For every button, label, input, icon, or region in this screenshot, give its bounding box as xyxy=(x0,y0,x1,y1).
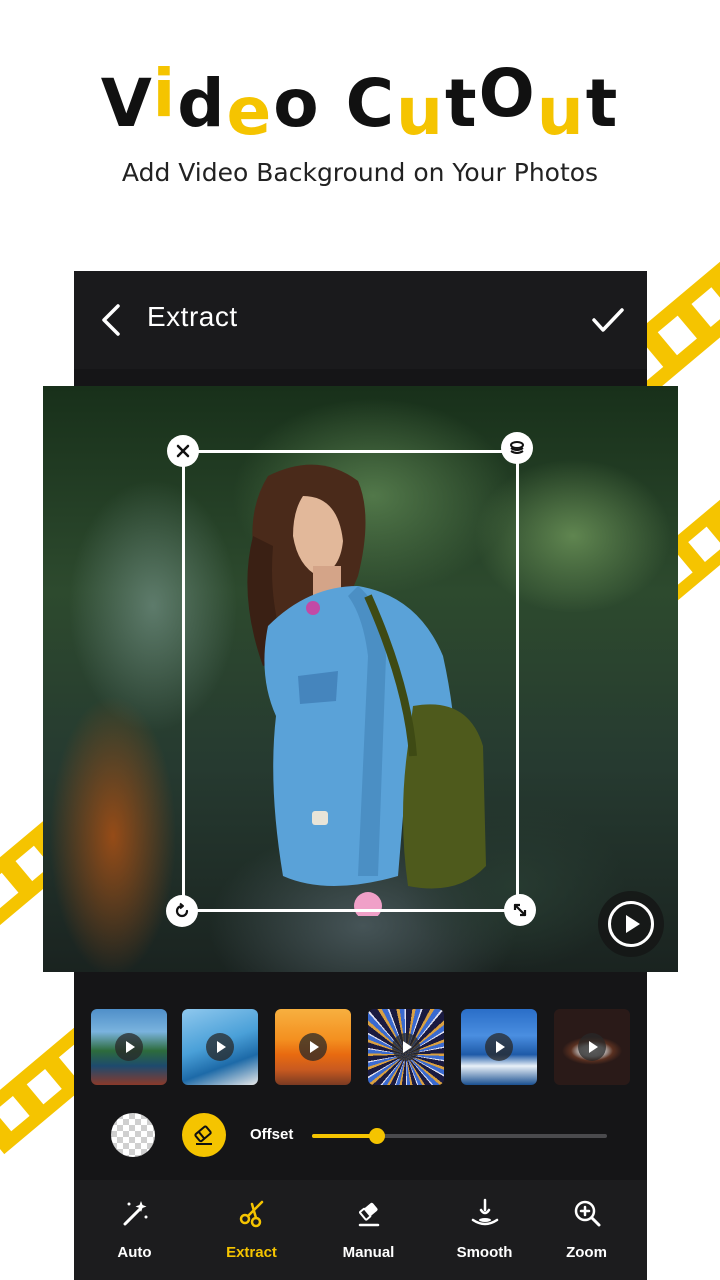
play-icon xyxy=(206,1033,234,1061)
layers-icon xyxy=(510,441,524,454)
offset-slider-fill xyxy=(312,1134,377,1138)
video-thumbnail[interactable] xyxy=(91,1009,167,1085)
scissors-icon xyxy=(239,1200,264,1228)
hero-title: Video CutOut xyxy=(100,55,620,150)
close-icon xyxy=(176,444,190,458)
photo-canvas[interactable] xyxy=(43,386,678,972)
tab-smooth[interactable]: Smooth xyxy=(427,1180,542,1280)
tab-label: Auto xyxy=(117,1244,152,1261)
play-icon xyxy=(608,901,654,947)
tab-manual[interactable]: Manual xyxy=(311,1180,426,1280)
video-thumbnail[interactable] xyxy=(368,1009,444,1085)
offset-slider[interactable] xyxy=(312,1128,607,1144)
selection-frame[interactable] xyxy=(182,450,519,912)
zoom-in-icon xyxy=(574,1200,601,1227)
offset-label: Offset xyxy=(250,1126,294,1143)
magic-wand-icon xyxy=(123,1201,148,1226)
play-preview-button[interactable] xyxy=(598,891,664,957)
top-bar: Extract xyxy=(74,271,647,369)
tab-label: Manual xyxy=(342,1244,395,1261)
resize-handle[interactable] xyxy=(504,894,536,926)
checkmark-icon[interactable] xyxy=(591,305,625,335)
tab-extract[interactable]: Extract xyxy=(194,1180,309,1280)
video-thumbnail[interactable] xyxy=(554,1009,630,1085)
droplet-icon xyxy=(471,1198,499,1226)
video-thumbnail[interactable] xyxy=(182,1009,258,1085)
tab-label: Extract xyxy=(226,1244,277,1261)
eraser-icon xyxy=(358,1202,380,1227)
video-background-list xyxy=(91,1009,636,1087)
delete-handle[interactable] xyxy=(167,435,199,467)
eraser-tool-button[interactable] xyxy=(182,1113,226,1157)
play-icon xyxy=(299,1033,327,1061)
tool-tab-bar: Auto Extract Manual Smooth Zoom xyxy=(74,1180,647,1280)
play-icon xyxy=(392,1033,420,1061)
screen-title: Extract xyxy=(147,301,238,332)
tab-auto[interactable]: Auto xyxy=(77,1180,192,1280)
play-icon xyxy=(115,1033,143,1061)
tab-label: Zoom xyxy=(566,1244,607,1261)
transparent-background-button[interactable] xyxy=(111,1113,155,1157)
offset-slider-thumb[interactable] xyxy=(369,1128,385,1144)
video-thumbnail[interactable] xyxy=(275,1009,351,1085)
eraser-icon xyxy=(194,1125,212,1145)
tab-label: Smooth xyxy=(456,1244,513,1261)
play-icon xyxy=(578,1033,606,1061)
resize-icon xyxy=(513,903,527,917)
hero-subtitle: Add Video Background on Your Photos xyxy=(121,158,599,187)
tab-zoom[interactable]: Zoom xyxy=(529,1180,644,1280)
rotate-icon xyxy=(175,902,189,918)
rotate-handle[interactable] xyxy=(166,895,198,927)
layer-handle[interactable] xyxy=(501,432,533,464)
video-thumbnail[interactable] xyxy=(461,1009,537,1085)
back-arrow-icon[interactable] xyxy=(98,303,128,337)
play-icon xyxy=(485,1033,513,1061)
